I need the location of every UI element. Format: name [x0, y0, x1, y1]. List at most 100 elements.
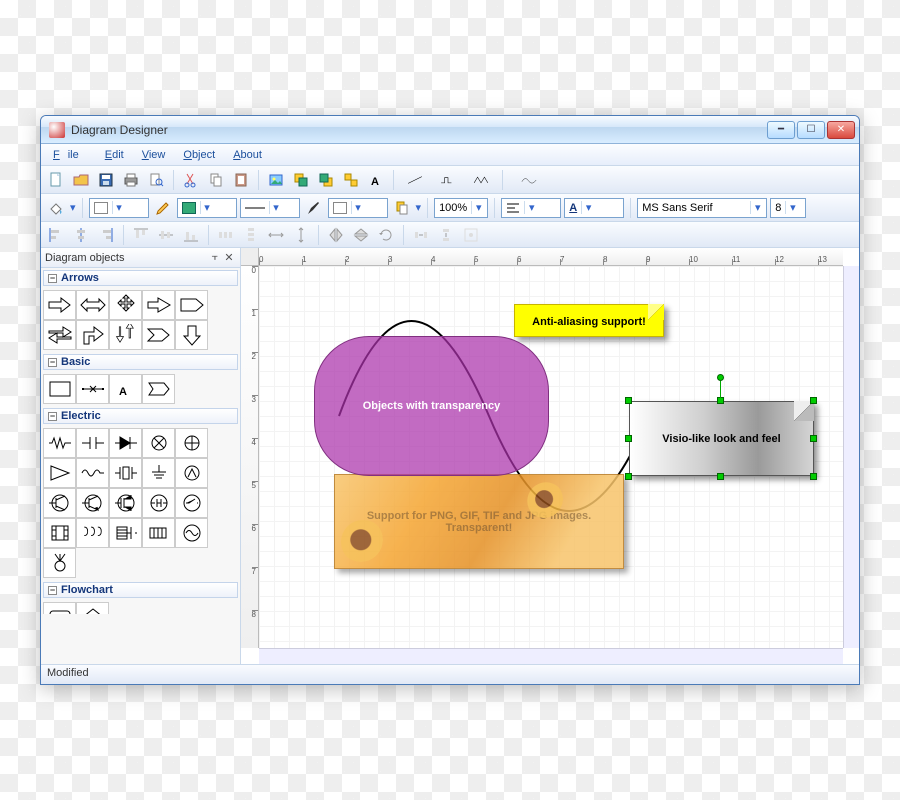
open-button[interactable] — [70, 169, 92, 191]
menu-edit[interactable]: Edit — [97, 147, 132, 163]
shape-arrow-right[interactable] — [43, 290, 76, 320]
shape-capacitor[interactable] — [76, 428, 109, 458]
align-right-button[interactable] — [95, 224, 117, 246]
shape-crystal[interactable] — [109, 458, 142, 488]
shape-arrow-bend[interactable] — [76, 320, 109, 350]
shape-polygon[interactable] — [142, 374, 175, 404]
shape-arrow-double-h[interactable] — [76, 290, 109, 320]
rotation-handle[interactable] — [717, 374, 724, 381]
close-button[interactable]: ✕ — [827, 121, 855, 139]
shape-resistor[interactable] — [43, 428, 76, 458]
shape-relay[interactable] — [109, 518, 142, 548]
shape-diode[interactable] — [109, 428, 142, 458]
menu-object[interactable]: Object — [175, 147, 223, 163]
category-flowchart[interactable]: −Flowchart — [43, 582, 238, 598]
shape-arrow-quad[interactable] — [109, 290, 142, 320]
ruler-horizontal[interactable]: 012345678910111213 — [259, 248, 843, 266]
snap-button[interactable] — [460, 224, 482, 246]
shape-flow-diamond[interactable] — [76, 602, 109, 614]
shape-arrow-bidir-h[interactable] — [109, 320, 142, 350]
shape-arrow-right-2[interactable] — [142, 290, 175, 320]
cut-button[interactable] — [180, 169, 202, 191]
fill-bucket-button[interactable] — [45, 197, 67, 219]
distribute-h-button[interactable] — [215, 224, 237, 246]
scrollbar-vertical[interactable] — [843, 266, 859, 648]
flip-v-button[interactable] — [350, 224, 372, 246]
fill-color-dropdown[interactable]: ▾ — [89, 198, 149, 218]
preview-button[interactable] — [145, 169, 167, 191]
font-name-dropdown[interactable]: MS Sans Serif▾ — [637, 198, 767, 218]
line-tool[interactable] — [400, 169, 430, 191]
shape-source[interactable] — [175, 428, 208, 458]
save-button[interactable] — [95, 169, 117, 191]
selection-handle[interactable] — [625, 473, 632, 480]
bring-front-button[interactable] — [290, 169, 312, 191]
shape-transistor-pnp[interactable] — [76, 488, 109, 518]
shape-meter[interactable] — [175, 458, 208, 488]
group-button[interactable] — [340, 169, 362, 191]
rounded-rect-object[interactable]: Objects with transparency — [314, 336, 549, 476]
image-banner-object[interactable]: Support for PNG, GIF, TIF and JPG images… — [334, 474, 624, 569]
same-height-button[interactable] — [290, 224, 312, 246]
align-center-h-button[interactable] — [70, 224, 92, 246]
shape-motor[interactable] — [142, 488, 175, 518]
zigzag-tool[interactable] — [466, 169, 496, 191]
new-button[interactable] — [45, 169, 67, 191]
spacing-h-button[interactable] — [410, 224, 432, 246]
shape-fet[interactable] — [109, 488, 142, 518]
distribute-v-button[interactable] — [240, 224, 262, 246]
font-size-dropdown[interactable]: 8▾ — [770, 198, 806, 218]
pin-icon[interactable]: ⫟ — [208, 251, 222, 264]
curve-tool[interactable] — [509, 169, 549, 191]
selection-handle[interactable] — [810, 435, 817, 442]
align-bottom-button[interactable] — [180, 224, 202, 246]
image-button[interactable] — [265, 169, 287, 191]
canvas[interactable]: Anti-aliasing support! Support for PNG, … — [259, 266, 843, 648]
send-back-button[interactable] — [315, 169, 337, 191]
pen-button[interactable] — [303, 197, 325, 219]
shape-battery[interactable] — [142, 518, 175, 548]
shape-transistor-npn[interactable] — [43, 488, 76, 518]
minimize-button[interactable]: ━ — [767, 121, 795, 139]
shape-switch[interactable] — [175, 488, 208, 518]
menu-about[interactable]: About — [225, 147, 270, 163]
shape-arrow-down[interactable] — [175, 320, 208, 350]
text-button[interactable]: A — [365, 169, 387, 191]
selection-handle[interactable] — [717, 473, 724, 480]
shape-arrow-bidir-v[interactable] — [43, 320, 76, 350]
scroll-object[interactable]: Visio-like look and feel — [629, 401, 814, 476]
selection-handle[interactable] — [625, 397, 632, 404]
selection-handle[interactable] — [810, 397, 817, 404]
category-electric[interactable]: −Electric — [43, 408, 238, 424]
shape-inductor[interactable] — [76, 458, 109, 488]
polyline-tool[interactable] — [433, 169, 463, 191]
ruler-vertical[interactable]: 012345678 — [241, 266, 259, 648]
spacing-v-button[interactable] — [435, 224, 457, 246]
shape-text[interactable]: A — [109, 374, 142, 404]
selection-handle[interactable] — [810, 473, 817, 480]
rotate-button[interactable] — [375, 224, 397, 246]
shape-generator[interactable] — [175, 518, 208, 548]
line-style-dropdown[interactable]: ▾ — [240, 198, 300, 218]
shape-arrow-chevron[interactable] — [142, 320, 175, 350]
align-middle-v-button[interactable] — [155, 224, 177, 246]
page-color-button[interactable] — [391, 197, 413, 219]
paste-button[interactable] — [230, 169, 252, 191]
shape-connector[interactable] — [76, 374, 109, 404]
line-color-dropdown[interactable]: ▾ — [177, 198, 237, 218]
selection-handle[interactable] — [625, 435, 632, 442]
shape-coil[interactable] — [76, 518, 109, 548]
shape-amp[interactable] — [43, 458, 76, 488]
sticky-note-object[interactable]: Anti-aliasing support! — [514, 304, 664, 337]
zoom-dropdown[interactable]: 100%▾ — [434, 198, 488, 218]
shape-antenna[interactable] — [43, 548, 76, 578]
shape-rect[interactable] — [43, 374, 76, 404]
menu-file[interactable]: File — [45, 147, 95, 163]
flip-h-button[interactable] — [325, 224, 347, 246]
copy-button[interactable] — [205, 169, 227, 191]
print-button[interactable] — [120, 169, 142, 191]
text-color-dropdown[interactable]: ▾ — [328, 198, 388, 218]
shape-arrow-pent[interactable] — [175, 290, 208, 320]
font-color-dropdown[interactable]: A▾ — [564, 198, 624, 218]
shape-flow-rect[interactable] — [43, 602, 76, 614]
